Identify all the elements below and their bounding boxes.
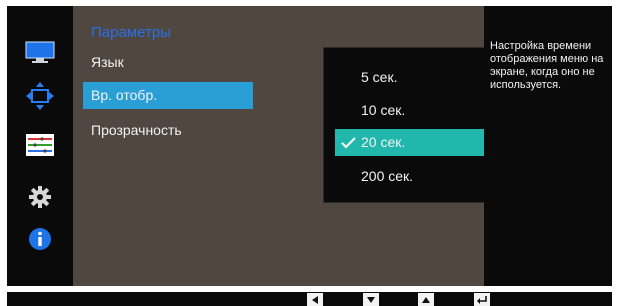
menu-category-strip [7,6,73,286]
position-arrows-icon[interactable] [23,81,57,111]
help-text: Настройка времени отображения меню на эк… [490,40,604,91]
help-panel: Настройка времени отображения меню на эк… [484,6,612,286]
gear-icon[interactable] [23,182,57,212]
menu-item-transparency[interactable]: Прозрачность [91,122,182,138]
monitor-icon[interactable] [23,38,57,68]
menu-item-language[interactable]: Язык [91,54,124,70]
checkmark-icon [341,129,357,156]
osd-menu: Параметры Язык Вр. отобр. Прозрачность 5… [7,6,612,286]
info-icon[interactable] [23,224,57,254]
enter-key-icon[interactable] [474,293,490,306]
color-adjust-icon[interactable] [23,130,57,160]
menu-title: Параметры [91,24,171,41]
settings-panel: Параметры Язык Вр. отобр. Прозрачность 5… [73,6,534,286]
left-key-icon[interactable] [307,293,323,306]
navigation-bar [7,292,612,306]
down-key-icon[interactable] [363,293,379,306]
option-label: 20 сек. [361,134,406,150]
up-key-icon[interactable] [418,293,434,306]
menu-item-display-time[interactable]: Вр. отобр. [83,82,253,109]
